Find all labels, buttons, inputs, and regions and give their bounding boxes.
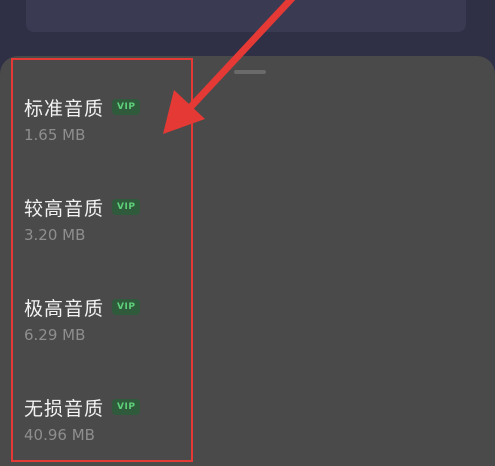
highlight-box xyxy=(11,58,193,462)
top-card xyxy=(26,0,466,32)
drag-handle[interactable] xyxy=(234,70,266,74)
screenshot-stage: 标准音质 VIP 1.65 MB 较高音质 VIP 3.20 MB 极高音质 V… xyxy=(0,0,495,466)
